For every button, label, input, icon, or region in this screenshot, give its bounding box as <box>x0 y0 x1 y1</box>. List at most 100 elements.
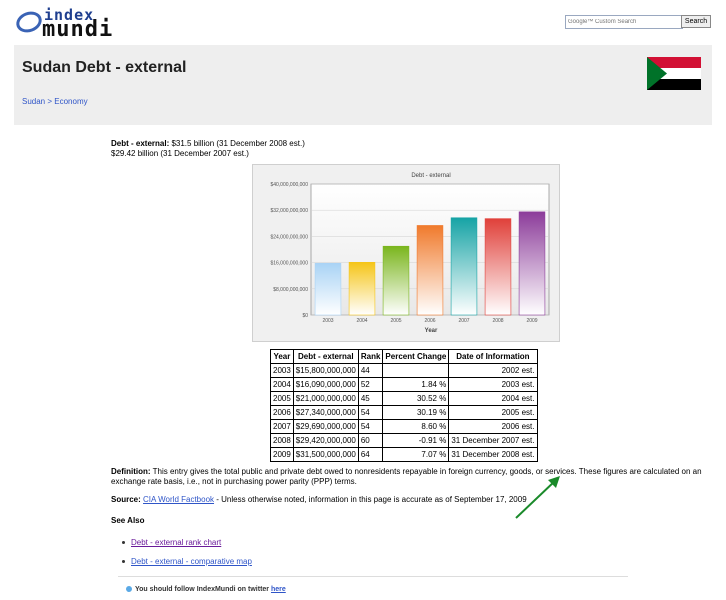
table-row: 2009 $31,500,000,000 64 7.07 % 31 December 2… <box>270 447 538 462</box>
source-note: - Unless otherwise noted, information in… <box>214 495 527 504</box>
definition-body: This entry gives the total public and pr… <box>111 467 702 486</box>
twitter-here-link[interactable]: here <box>271 586 286 593</box>
comparative-map-link[interactable]: Debt - external - comparative map <box>131 557 252 566</box>
cell-year: 2003 <box>270 363 294 378</box>
x-tick-label: 2005 <box>390 318 401 324</box>
breadcrumb-country[interactable]: Sudan <box>22 97 45 106</box>
x-tick-label: 2003 <box>322 318 333 324</box>
facts-line-2: $29.42 billion (31 December 2007 est.) <box>111 149 249 158</box>
breadcrumb-separator: > <box>45 97 55 106</box>
cell-rank: 54 <box>357 419 384 434</box>
cell-rank: 44 <box>357 363 384 378</box>
cell-rank: 54 <box>357 405 384 420</box>
table-row: 2004 $16,090,000,000 52 1.84 % 2003 est. <box>270 377 538 392</box>
col-header-percent-change: Percent Change <box>382 349 450 364</box>
cell-rank: 60 <box>357 433 384 448</box>
bar-2009 <box>518 211 546 316</box>
y-tick-label: $16,000,000,000 <box>270 261 308 267</box>
bar-2003 <box>314 262 342 316</box>
facts-line-1: Debt - external: $31.5 billion (31 Decem… <box>111 139 305 149</box>
cell-debt: $27,340,000,000 <box>292 405 359 420</box>
page-title: Sudan Debt - external <box>22 59 187 76</box>
x-tick-label: 2009 <box>526 318 537 324</box>
cell-year: 2009 <box>270 447 294 462</box>
x-axis-label: Year <box>425 328 438 334</box>
facts-value-1: $31.5 billion (31 December 2008 est.) <box>169 139 305 148</box>
chart-container: Debt - external $0 $8,000,000,000 $16,000,… <box>252 164 560 342</box>
cell-rank: 64 <box>357 447 384 462</box>
table-row: 2008 $29,420,000,000 60 -0.91 % 31 December … <box>270 433 538 448</box>
y-tick-label: $24,000,000,000 <box>270 234 308 240</box>
cell-debt: $29,420,000,000 <box>292 433 359 448</box>
cell-percent-change: 8.60 % <box>382 419 450 434</box>
cell-date: 31 December 2008 est. <box>448 447 538 462</box>
title-banner: Sudan Debt - external Sudan > Economy <box>14 45 712 125</box>
x-tick-label: 2008 <box>492 318 503 324</box>
sudan-flag-icon <box>647 57 701 90</box>
cell-year: 2006 <box>270 405 294 420</box>
y-tick-label: $32,000,000,000 <box>270 208 308 214</box>
bar-2007 <box>450 217 478 316</box>
cell-date: 2002 est. <box>448 363 538 378</box>
col-header-rank: Rank <box>357 349 384 364</box>
cell-percent-change: 1.84 % <box>382 377 450 392</box>
x-tick-label: 2006 <box>424 318 435 324</box>
cell-percent-change: 7.07 % <box>382 447 450 462</box>
indexmundi-logo[interactable]: index mundi <box>13 6 134 42</box>
x-tick-label: 2004 <box>356 318 367 324</box>
see-also-heading: See Also <box>111 516 145 525</box>
logo-text-mundi: mundi <box>42 17 114 42</box>
source-line: Source: CIA World Factbook - Unless othe… <box>111 495 527 504</box>
cell-percent-change: -0.91 % <box>382 433 450 448</box>
logo-ring-icon <box>13 8 45 36</box>
table-header-row: Year Debt - external Rank Percent Change… <box>270 349 538 364</box>
cell-percent-change <box>382 363 450 378</box>
table-row: 2006 $27,340,000,000 54 30.19 % 2005 est. <box>270 405 538 420</box>
table-row: 2005 $21,000,000,000 45 30.52 % 2004 est. <box>270 391 538 406</box>
cell-year: 2005 <box>270 391 294 406</box>
breadcrumb: Sudan > Economy <box>22 97 88 106</box>
see-also-list: Debt - external rank chart Debt - extern… <box>122 533 252 571</box>
cell-rank: 45 <box>357 391 384 406</box>
cell-date: 2005 est. <box>448 405 538 420</box>
definition-label: Definition: <box>111 467 151 476</box>
bar-2008 <box>484 218 512 316</box>
bar-2004 <box>348 262 376 316</box>
divider <box>118 576 628 577</box>
chart-title: Debt - external <box>411 173 450 179</box>
cia-factbook-link[interactable]: CIA World Factbook <box>143 495 214 504</box>
cell-debt: $29,690,000,000 <box>292 419 359 434</box>
bar-2006 <box>416 225 444 316</box>
cell-debt: $16,090,000,000 <box>292 377 359 392</box>
y-tick-label: $40,000,000,000 <box>270 182 308 188</box>
rank-chart-link[interactable]: Debt - external rank chart <box>131 538 221 547</box>
cell-debt: $15,800,000,000 <box>292 363 359 378</box>
list-item: Debt - external - comparative map <box>122 552 252 571</box>
search-button[interactable]: Search <box>681 15 711 28</box>
twitter-icon <box>126 586 132 593</box>
cell-date: 2004 est. <box>448 391 538 406</box>
debt-bar-chart: Debt - external $0 $8,000,000,000 $16,000,… <box>270 173 550 334</box>
cell-percent-change: 30.19 % <box>382 405 450 420</box>
cell-date: 31 December 2007 est. <box>448 433 538 448</box>
source-label: Source: <box>111 495 141 504</box>
bar-2005 <box>382 245 410 316</box>
search-input[interactable] <box>565 15 683 29</box>
cell-year: 2004 <box>270 377 294 392</box>
cell-debt: $21,000,000,000 <box>292 391 359 406</box>
col-header-debt: Debt - external <box>292 349 359 364</box>
bullet-icon <box>122 560 125 564</box>
facts-block: Debt - external: $31.5 billion (31 Decem… <box>111 139 305 159</box>
cell-year: 2007 <box>270 419 294 434</box>
twitter-text: You should follow IndexMundi on twitter <box>135 586 271 593</box>
bullet-icon <box>122 541 125 545</box>
cell-rank: 52 <box>357 377 384 392</box>
x-tick-label: 2007 <box>458 318 469 324</box>
twitter-follow: You should follow IndexMundi on twitter … <box>126 586 286 593</box>
debt-data-table: Year Debt - external Rank Percent Change… <box>270 349 538 462</box>
cell-debt: $31,500,000,000 <box>292 447 359 462</box>
list-item: Debt - external rank chart <box>122 533 252 552</box>
annotation-arrow-icon <box>515 476 560 519</box>
breadcrumb-economy[interactable]: Economy <box>54 97 87 106</box>
header: index mundi Search <box>0 0 726 44</box>
